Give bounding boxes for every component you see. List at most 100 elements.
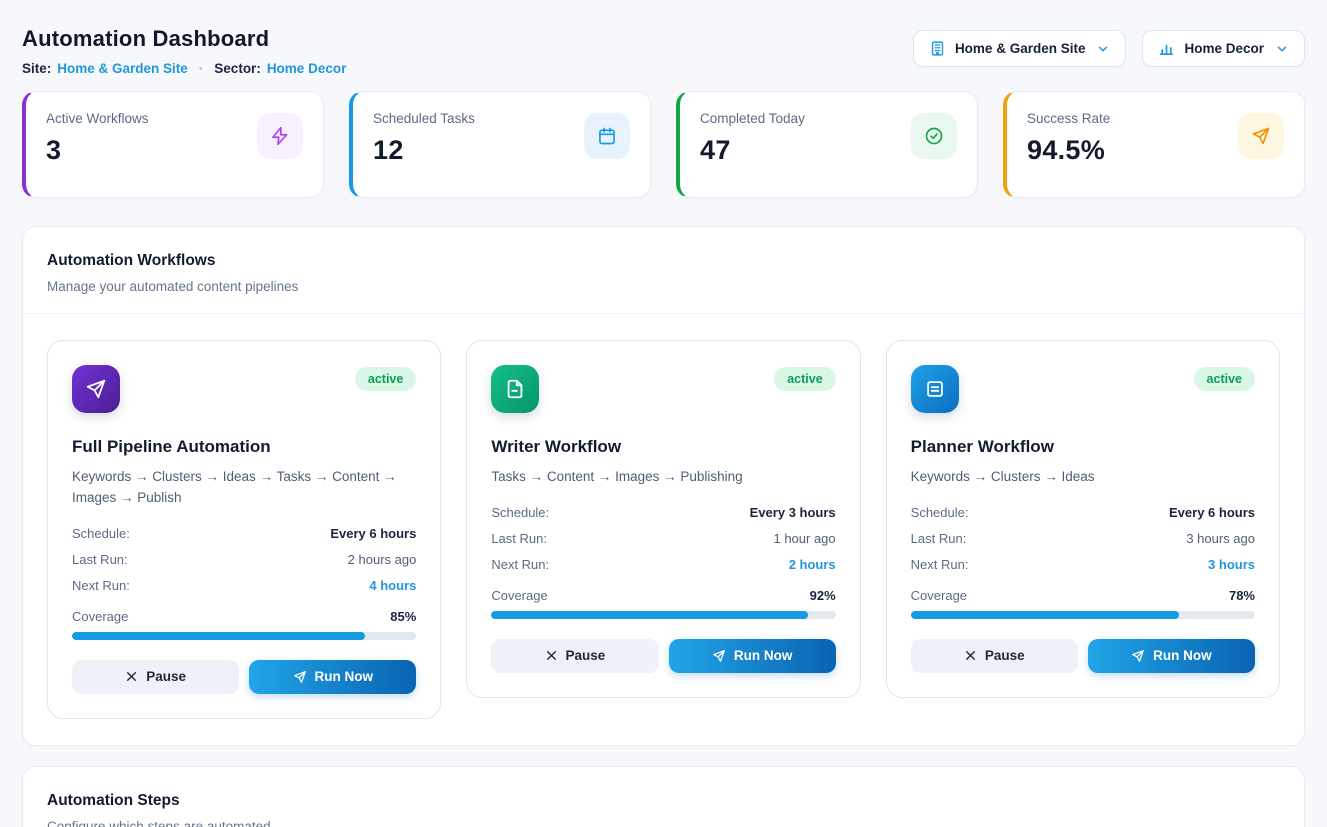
sector-selector-label: Home Decor — [1184, 41, 1264, 56]
next-run-row: Next Run: 2 hours — [491, 552, 835, 578]
schedule-value: Every 3 hours — [750, 505, 836, 520]
steps-panel-header: Automation Steps Configure which steps a… — [23, 767, 1304, 827]
workflows-subtitle: Manage your automated content pipelines — [47, 279, 1280, 294]
chevron-down-icon — [1275, 42, 1289, 56]
coverage-progress-bar — [491, 611, 835, 619]
next-run-value: 3 hours — [1208, 557, 1255, 572]
stat-value: 47 — [700, 135, 805, 166]
coverage-progress-fill — [911, 611, 1180, 619]
bar-chart-icon — [1158, 40, 1175, 57]
stat-value: 94.5% — [1027, 135, 1110, 166]
workflow-card-writer: active Writer Workflow Tasks → Content →… — [466, 340, 860, 698]
close-icon — [964, 649, 977, 662]
stat-label: Completed Today — [700, 111, 805, 126]
workflow-cards-grid: active Full Pipeline Automation Keywords… — [47, 340, 1280, 719]
sector-link[interactable]: Home Decor — [267, 61, 347, 76]
building-icon — [929, 40, 946, 57]
check-circle-icon — [911, 113, 957, 159]
coverage-label: Coverage — [72, 609, 128, 624]
stat-card-completed-today: Completed Today 47 — [676, 91, 978, 198]
steps-subtitle: Configure which steps are automated — [47, 819, 1280, 827]
list-icon — [911, 365, 959, 413]
next-run-row: Next Run: 3 hours — [911, 552, 1255, 578]
last-run-row: Last Run: 1 hour ago — [491, 526, 835, 552]
sector-selector-dropdown[interactable]: Home Decor — [1142, 30, 1305, 67]
workflow-pipeline: Tasks → Content → Images → Publishing — [491, 467, 835, 488]
workflow-pipeline: Keywords → Clusters → Ideas — [911, 467, 1255, 488]
breadcrumb: Site: Home & Garden Site · Sector: Home … — [22, 61, 346, 76]
page-header: Automation Dashboard Site: Home & Garden… — [22, 26, 1305, 76]
last-run-label: Last Run: — [491, 531, 547, 546]
pause-button[interactable]: Pause — [72, 660, 239, 694]
next-run-label: Next Run: — [911, 557, 969, 572]
last-run-value: 2 hours ago — [348, 552, 417, 567]
calendar-icon — [584, 113, 630, 159]
workflows-panel-header: Automation Workflows Manage your automat… — [23, 227, 1304, 313]
workflow-card-full-pipeline: active Full Pipeline Automation Keywords… — [47, 340, 441, 719]
send-icon — [72, 365, 120, 413]
stat-value: 12 — [373, 135, 475, 166]
status-badge: active — [774, 367, 835, 391]
status-badge: active — [1194, 367, 1255, 391]
steps-panel: Automation Steps Configure which steps a… — [22, 766, 1305, 827]
coverage-label: Coverage — [911, 588, 967, 603]
site-selector-dropdown[interactable]: Home & Garden Site — [913, 30, 1127, 67]
coverage-value: 78% — [1229, 588, 1255, 603]
schedule-row: Schedule: Every 3 hours — [491, 500, 835, 526]
chevron-down-icon — [1096, 42, 1110, 56]
schedule-label: Schedule: — [911, 505, 969, 520]
coverage-label: Coverage — [491, 588, 547, 603]
run-now-button[interactable]: Run Now — [249, 660, 416, 694]
schedule-row: Schedule: Every 6 hours — [911, 500, 1255, 526]
last-run-label: Last Run: — [72, 552, 128, 567]
coverage-progress-bar — [911, 611, 1255, 619]
last-run-label: Last Run: — [911, 531, 967, 546]
stat-value: 3 — [46, 135, 149, 166]
schedule-row: Schedule: Every 6 hours — [72, 521, 416, 547]
schedule-value: Every 6 hours — [330, 526, 416, 541]
site-link[interactable]: Home & Garden Site — [57, 61, 188, 76]
coverage-progress-fill — [72, 632, 365, 640]
header-selectors: Home & Garden Site Home Decor — [913, 30, 1305, 67]
file-text-icon — [491, 365, 539, 413]
close-icon — [545, 649, 558, 662]
send-icon — [1131, 649, 1145, 663]
stat-card-scheduled-tasks: Scheduled Tasks 12 — [349, 91, 651, 198]
header-left: Automation Dashboard Site: Home & Garden… — [22, 26, 346, 76]
last-run-row: Last Run: 2 hours ago — [72, 547, 416, 573]
stat-label: Scheduled Tasks — [373, 111, 475, 126]
coverage-progress-fill — [491, 611, 808, 619]
steps-title: Automation Steps — [47, 792, 1280, 810]
workflow-title: Writer Workflow — [491, 437, 835, 457]
coverage-value: 85% — [390, 609, 416, 624]
send-icon — [712, 649, 726, 663]
last-run-value: 3 hours ago — [1186, 531, 1255, 546]
sector-label: Sector: — [214, 61, 261, 76]
last-run-value: 1 hour ago — [773, 531, 835, 546]
next-run-value: 2 hours — [789, 557, 836, 572]
run-now-button[interactable]: Run Now — [1088, 639, 1255, 673]
workflows-panel: Automation Workflows Manage your automat… — [22, 226, 1305, 746]
coverage-value: 92% — [810, 588, 836, 603]
meta-separator: · — [199, 61, 204, 76]
next-run-label: Next Run: — [491, 557, 549, 572]
page-title: Automation Dashboard — [22, 26, 346, 52]
site-label: Site: — [22, 61, 51, 76]
status-badge: active — [355, 367, 416, 391]
send-icon — [293, 670, 307, 684]
workflow-title: Full Pipeline Automation — [72, 437, 416, 457]
workflows-title: Automation Workflows — [47, 252, 1280, 270]
last-run-row: Last Run: 3 hours ago — [911, 526, 1255, 552]
stats-row: Active Workflows 3 Scheduled Tasks 12 Co… — [22, 91, 1305, 198]
coverage-progress-bar — [72, 632, 416, 640]
next-run-row: Next Run: 4 hours — [72, 573, 416, 599]
workflow-card-planner: active Planner Workflow Keywords → Clust… — [886, 340, 1280, 698]
next-run-label: Next Run: — [72, 578, 130, 593]
pause-button[interactable]: Pause — [491, 639, 658, 673]
stat-card-success-rate: Success Rate 94.5% — [1003, 91, 1305, 198]
run-now-button[interactable]: Run Now — [669, 639, 836, 673]
schedule-label: Schedule: — [491, 505, 549, 520]
pause-button[interactable]: Pause — [911, 639, 1078, 673]
lightning-icon — [257, 113, 303, 159]
workflow-title: Planner Workflow — [911, 437, 1255, 457]
